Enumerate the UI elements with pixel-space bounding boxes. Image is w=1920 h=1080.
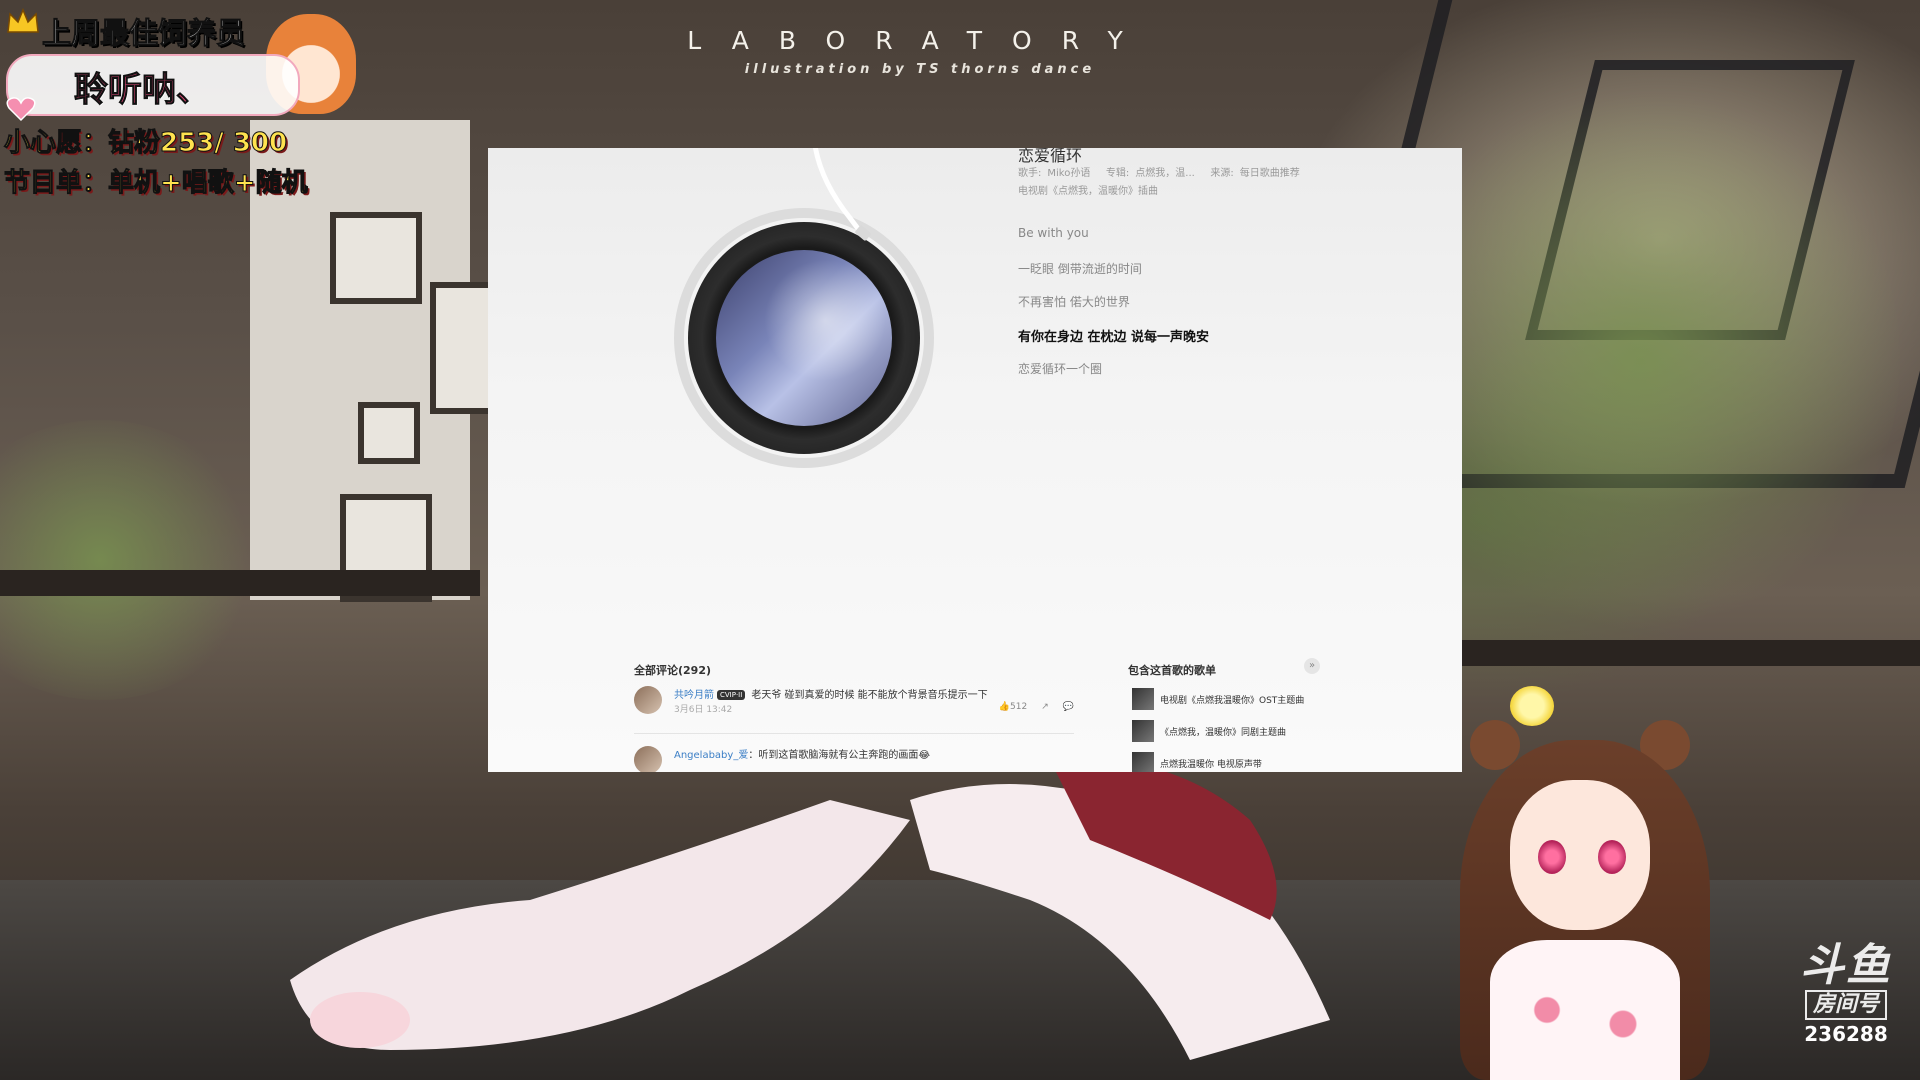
album-link[interactable]: 点燃我，温... [1135, 168, 1195, 179]
avatar-dress [1490, 940, 1680, 1080]
playlist-name: 点燃我温暖你 电视原声带 [1160, 760, 1262, 770]
reply-icon[interactable]: 💬 [1063, 702, 1074, 712]
wallpaper-subtitle: illustration by TS thorns dance [744, 62, 1096, 77]
playlists-title: 包含这首歌的歌单 [1128, 664, 1216, 677]
best-feeder-label: 上周最佳饲养员 [41, 16, 246, 51]
wall-picture [358, 402, 420, 464]
divider [634, 733, 1074, 734]
comment-item: 共吟月箭 CVIP·II 老天爷 碰到真爱的时候 能不能放个背景音乐提示一下 3月6… [634, 686, 1074, 722]
chick-icon [1510, 686, 1554, 726]
playlist-cover [1132, 688, 1154, 710]
comment-item: Angelababy_爱：听到这首歌脑海就有公主奔跑的画面😂 [634, 746, 1074, 772]
playlist-name: 《点燃我，温暖你》同剧主题曲 [1160, 728, 1287, 738]
heart-icon [6, 97, 36, 122]
comment-actions: 👍512 ↗ 💬 [999, 702, 1074, 712]
thumbs-up-icon: 👍 [998, 702, 1011, 712]
comment-text: 老天爷 碰到真爱的时候 能不能放个背景音乐提示一下 [751, 690, 988, 701]
album-cover [716, 250, 892, 426]
song-meta-line: 歌手: Miko孙语 专辑: 点燃我，温... 来源: 每日歌曲推荐 [1018, 164, 1306, 179]
like-button[interactable]: 👍512 [999, 702, 1027, 712]
illustration-figure [290, 760, 1330, 1060]
avatar[interactable] [634, 686, 662, 714]
comment-time: 3月6日 13:42 [674, 705, 733, 715]
like-count: 512 [1010, 702, 1028, 712]
douyu-logo: 斗鱼 [1800, 940, 1892, 991]
playlist-cover [1132, 720, 1154, 742]
comments-title: 全部评论(292) [634, 664, 712, 677]
lyric-line: 不再害怕 偌大的世界 [1018, 295, 1130, 309]
vip-badge: CVIP·II [717, 690, 746, 700]
lyric-line: Be with you [1018, 226, 1089, 240]
source-link[interactable]: 每日歌曲推荐 [1240, 168, 1300, 179]
comment-user-link[interactable]: 共吟月箭 [674, 690, 714, 701]
program-list-text: 节目单：单机+唱歌+随机 [4, 168, 309, 199]
comment-text: ：听到这首歌脑海就有公主奔跑的画面😂 [748, 750, 931, 761]
playlist-cover [1132, 752, 1154, 772]
tonearm-needle [812, 148, 871, 241]
room-label: 房间号 [1804, 990, 1887, 1020]
wall-picture [330, 212, 422, 304]
music-player-window: 恋爱循环 歌手: Miko孙语 专辑: 点燃我，温... 来源: 每日歌曲推荐 电视剧… [488, 148, 1462, 772]
vtuber-avatar [1440, 686, 1740, 1080]
douyu-watermark: 斗鱼 房间号 236288 [1776, 940, 1916, 1047]
lyric-line: 恋爱循环一个圈 [1018, 362, 1103, 376]
comment-user-link[interactable]: Angelababy_爱 [674, 750, 748, 761]
album-label: 专辑: [1105, 168, 1130, 179]
room-number: 236288 [1804, 1022, 1888, 1046]
shelf [1460, 640, 1920, 666]
lyric-line-active: 有你在身边 在枕边 说每一声晚安 [1018, 330, 1210, 345]
avatar-eye [1598, 840, 1626, 874]
source-label: 来源: [1210, 168, 1234, 179]
avatar-eye [1538, 840, 1566, 874]
wallpaper-title: LABORATORY [687, 26, 1153, 55]
share-icon[interactable]: ↗ [1041, 702, 1049, 712]
avatar[interactable] [634, 746, 662, 772]
singer-link[interactable]: Miko孙语 [1047, 168, 1090, 179]
best-feeder-name: 聆听呐、 [74, 70, 211, 111]
avatar-face [1510, 780, 1650, 930]
song-meta-line-2: 电视剧《点燃我，温暖你》插曲 [1018, 186, 1158, 197]
shelf [0, 570, 480, 596]
comment-header: 共吟月箭 CVIP·II 老天爷 碰到真爱的时候 能不能放个背景音乐提示一下 [674, 686, 988, 701]
singer-label: 歌手: [1018, 168, 1042, 179]
comment-header: Angelababy_爱：听到这首歌脑海就有公主奔跑的画面😂 [674, 746, 930, 761]
wish-goal-text: 小心愿：钻粉253/ 300 [3, 128, 288, 159]
more-chevron-icon[interactable]: » [1304, 658, 1320, 674]
lyric-line: 一眨眼 倒带流逝的时间 [1018, 262, 1142, 276]
crown-icon [7, 8, 39, 33]
plants [0, 420, 260, 700]
playlist-name: 电视剧《点燃我温暖你》OST主题曲 [1160, 696, 1305, 706]
